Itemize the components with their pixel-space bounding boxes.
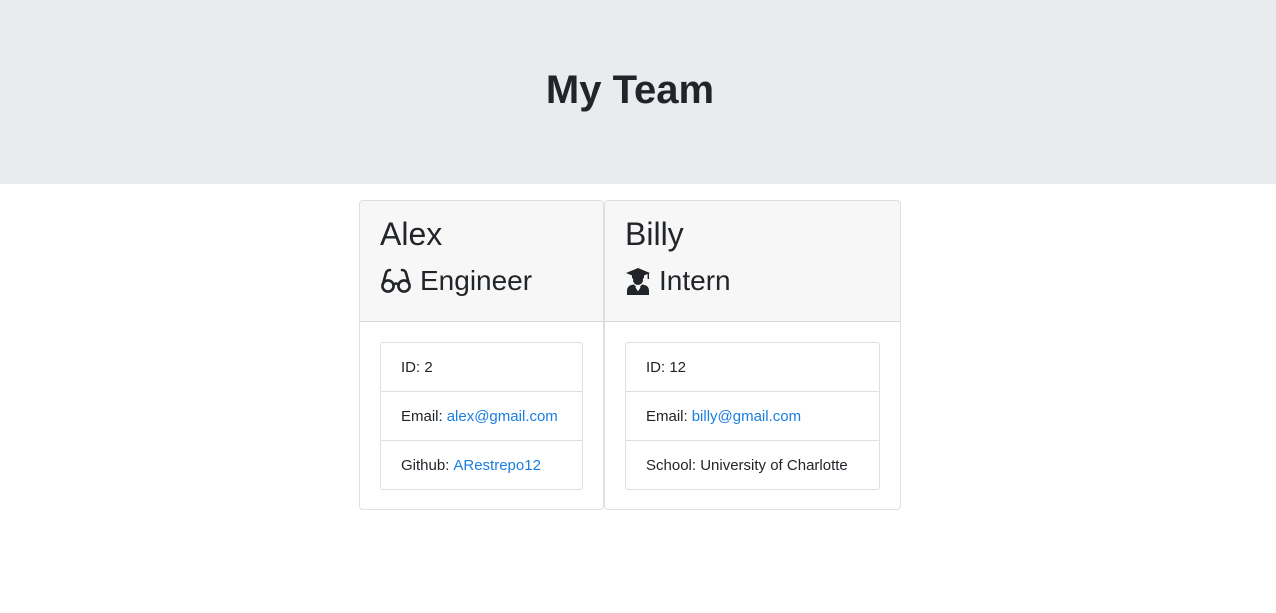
role-row: Intern [625, 263, 731, 299]
list-item-email: Email: billy@gmail.com [626, 392, 879, 441]
email-label: Email: [401, 407, 443, 425]
list-item-email: Email: alex@gmail.com [381, 392, 582, 441]
details-list: ID: 12 Email: billy@gmail.com School: Un… [625, 342, 880, 490]
id-text: ID: 12 [646, 358, 687, 376]
list-item-school: School: University of Charlotte [626, 441, 879, 489]
graduate-icon [625, 267, 651, 295]
member-name: Billy [625, 216, 684, 252]
school-text: School: University of Charlotte [646, 456, 848, 474]
employee-card-alex: Alex Engineer ID: 2 Email: alex@gmail.co… [359, 200, 604, 510]
card-header: Billy Intern [605, 201, 900, 322]
list-item-id: ID: 2 [381, 343, 582, 392]
member-name: Alex [380, 216, 443, 252]
details-list: ID: 2 Email: alex@gmail.com Github: ARes… [380, 342, 583, 490]
page-title: My Team [545, 68, 715, 112]
email-link[interactable]: billy@gmail.com [692, 408, 801, 425]
role-title: Engineer [420, 265, 533, 296]
role-title: Intern [659, 265, 731, 296]
list-item-id: ID: 12 [626, 343, 879, 392]
employee-card-billy: Billy Intern ID: 12 Email: billy@gmail.c… [604, 200, 901, 510]
id-text: ID: 2 [401, 358, 433, 376]
github-link[interactable]: ARestrepo12 [453, 457, 541, 474]
page-header: My Team [0, 0, 1276, 184]
card-header: Alex Engineer [360, 201, 603, 322]
role-row: Engineer [380, 263, 532, 299]
email-link[interactable]: alex@gmail.com [447, 408, 558, 425]
github-label: Github: [401, 456, 450, 474]
list-item-github: Github: ARestrepo12 [381, 441, 582, 489]
email-label: Email: [646, 407, 688, 425]
glasses-icon [380, 268, 412, 294]
